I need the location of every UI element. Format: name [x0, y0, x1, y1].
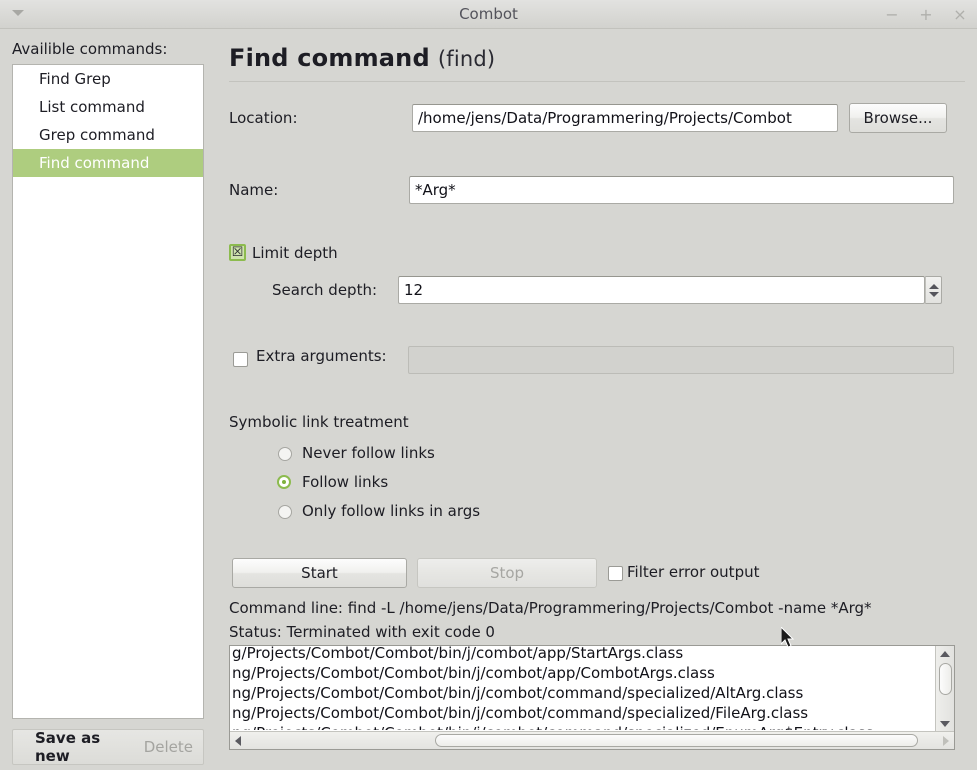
sidebar-footer: Save as new Delete	[12, 729, 204, 765]
vertical-scrollbar-thumb[interactable]	[939, 663, 952, 695]
title-bar: Combot − + ×	[0, 0, 977, 29]
extra-arguments-label: Extra arguments:	[256, 347, 387, 365]
radio-never-follow-links-label: Never follow links	[302, 444, 435, 462]
list-item-find-grep[interactable]: Find Grep	[13, 65, 203, 93]
output-area[interactable]: g/Projects/Combot/Combot/bin/j/combot/ap…	[229, 643, 955, 750]
title-divider	[229, 81, 965, 82]
output-text: g/Projects/Combot/Combot/bin/j/combot/ap…	[230, 643, 936, 730]
scroll-up-icon[interactable]	[940, 651, 950, 657]
close-icon[interactable]: ×	[951, 6, 969, 24]
maximize-icon[interactable]: +	[917, 6, 935, 24]
scroll-down-icon[interactable]	[940, 721, 950, 727]
status-text: Status: Terminated with exit code 0	[229, 623, 495, 641]
stepper-down-icon[interactable]	[928, 291, 939, 297]
location-input[interactable]: /home/jens/Data/Programmering/Projects/C…	[412, 104, 838, 132]
radio-follow-links-label: Follow links	[302, 473, 389, 491]
output-line: ng/Projects/Combot/Combot/bin/j/combot/a…	[232, 664, 715, 682]
delete-button: Delete	[143, 738, 193, 756]
stop-button: Stop	[417, 558, 597, 588]
output-line: ng/Projects/Combot/Combot/bin/j/combot/c…	[232, 684, 804, 702]
output-horizontal-scrollbar[interactable]	[230, 731, 954, 749]
horizontal-scrollbar-thumb[interactable]	[435, 734, 918, 747]
radio-follow-links[interactable]	[277, 475, 291, 489]
browse-button[interactable]: Browse...	[849, 103, 947, 133]
name-label: Name:	[229, 181, 279, 199]
scroll-left-icon[interactable]	[235, 736, 241, 746]
filter-error-output-checkbox[interactable]	[608, 566, 623, 581]
output-vertical-scrollbar[interactable]	[935, 646, 954, 732]
stepper-up-icon[interactable]	[928, 283, 939, 289]
radio-only-follow-links-in-args-label: Only follow links in args	[302, 502, 481, 520]
radio-only-follow-links-in-args[interactable]	[278, 505, 292, 519]
window-controls: − + ×	[883, 6, 969, 24]
output-line: ng/Projects/Combot/Combot/bin/j/combot/c…	[232, 723, 936, 730]
sidebar: Availible commands: Find Grep List comma…	[0, 29, 216, 770]
extra-arguments-checkbox[interactable]	[233, 352, 248, 367]
search-depth-stepper[interactable]	[925, 276, 942, 304]
command-list[interactable]: Find Grep List command Grep command Find…	[12, 64, 204, 719]
location-label: Location:	[229, 109, 298, 127]
page-title-text: Find command	[229, 44, 430, 72]
page-title-command-id: (find)	[437, 47, 496, 71]
list-item-find-command[interactable]: Find command	[13, 149, 203, 177]
save-as-new-button[interactable]: Save as new	[25, 729, 134, 765]
list-item-list-command[interactable]: List command	[13, 93, 203, 121]
page-title: Find command (find)	[229, 44, 495, 72]
sidebar-heading: Availible commands:	[12, 40, 168, 58]
search-depth-input[interactable]: 12	[398, 276, 925, 304]
output-line: ng/Projects/Combot/Combot/bin/j/combot/c…	[232, 704, 809, 722]
extra-arguments-input	[408, 346, 954, 374]
list-item-grep-command[interactable]: Grep command	[13, 121, 203, 149]
window-title: Combot	[459, 5, 518, 23]
limit-depth-checkbox[interactable]	[229, 244, 246, 261]
symbolic-link-group-title: Symbolic link treatment	[229, 413, 409, 431]
scroll-right-icon[interactable]	[943, 736, 949, 746]
radio-never-follow-links[interactable]	[278, 447, 292, 461]
minimize-icon[interactable]: −	[883, 6, 901, 24]
search-depth-label: Search depth:	[272, 281, 378, 299]
name-input[interactable]: *Arg*	[409, 176, 954, 204]
application-window: Combot − + × Availible commands: Find Gr…	[0, 0, 977, 770]
output-line: g/Projects/Combot/Combot/bin/j/combot/ap…	[232, 644, 684, 662]
filter-error-output-label: Filter error output	[627, 563, 760, 581]
command-line-text: Command line: find -L /home/jens/Data/Pr…	[229, 599, 872, 617]
limit-depth-label: Limit depth	[252, 244, 338, 262]
start-button[interactable]: Start	[232, 558, 407, 588]
